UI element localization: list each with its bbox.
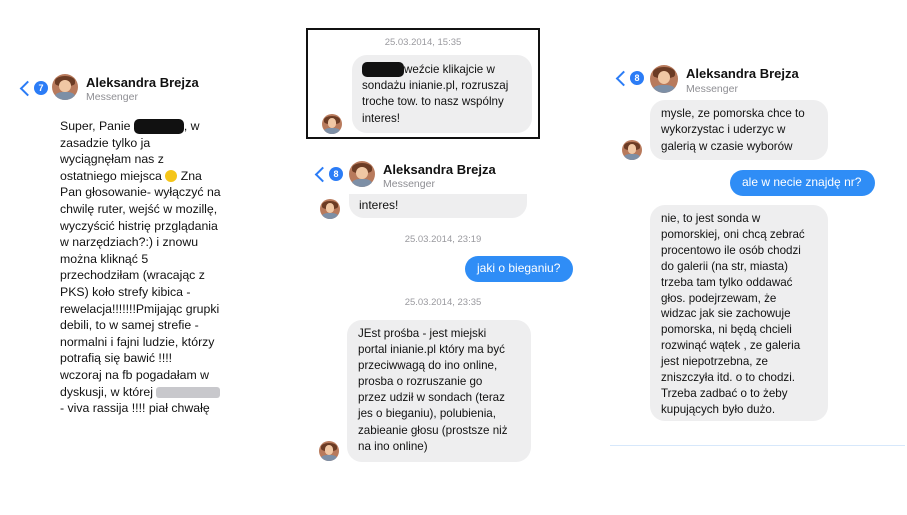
chevron-left-icon — [19, 80, 36, 96]
contact-subtitle: Messenger — [383, 178, 435, 190]
avatar[interactable] — [319, 441, 339, 461]
message-bubble[interactable]: JEst prośba - jest miejski portal iniani… — [347, 320, 531, 462]
chat-panel-1: 7 Aleksandra Brejza Messenger Super, Pan… — [14, 70, 280, 415]
redacted-name — [133, 119, 184, 135]
avatar[interactable] — [322, 114, 342, 134]
smiley-emoji-icon — [165, 169, 178, 182]
message-bubble[interactable]: weźcie klikajcie w sondażu inianie.pl, r… — [352, 55, 532, 133]
contact-subtitle: Messenger — [686, 83, 738, 95]
chevron-left-icon — [615, 70, 632, 86]
contact-name[interactable]: Aleksandra Brejza — [686, 66, 799, 81]
message-bubble[interactable]: mysle, ze pomorska chce to wykorzystac i… — [650, 100, 828, 160]
unread-count-badge: 8 — [630, 71, 644, 85]
contact-name[interactable]: Aleksandra Brejza — [383, 162, 496, 177]
chevron-left-icon — [314, 166, 331, 182]
back-button[interactable]: 8 — [615, 70, 644, 86]
message-timestamp: 25.03.2014, 15:35 — [384, 37, 462, 48]
message-text: Super, Panie , w zasadzie tylko ja wycią… — [60, 119, 221, 415]
avatar[interactable] — [349, 161, 375, 187]
avatar[interactable] — [320, 199, 340, 219]
back-button[interactable]: 8 — [314, 166, 343, 182]
chat-panel-2: 25.03.2014, 15:35 weźcie klikajcie w son… — [306, 28, 540, 139]
contact-name[interactable]: Aleksandra Brejza — [86, 75, 199, 90]
unread-count-badge: 8 — [329, 167, 343, 181]
avatar[interactable] — [52, 74, 78, 100]
redacted-name — [362, 62, 404, 78]
chat-panel-3: 8 Aleksandra Brejza Messenger interes! 2… — [309, 156, 577, 472]
my-message-bubble[interactable]: jaki o bieganiu? — [465, 256, 573, 282]
back-button[interactable]: 7 — [19, 80, 48, 96]
message-bubble[interactable]: nie, to jest sonda w pomorskiej, oni chc… — [650, 205, 828, 421]
message-timestamp: 25.03.2014, 23:19 — [404, 234, 482, 245]
my-message-bubble[interactable]: ale w necie znajdę nr? — [730, 170, 875, 196]
message-timestamp: 25.03.2014, 23:35 — [404, 297, 482, 308]
avatar[interactable] — [622, 140, 642, 160]
blurred-text — [156, 386, 221, 398]
unread-count-badge: 7 — [34, 81, 48, 95]
avatar[interactable] — [650, 65, 678, 93]
chat-panel-4: 8 Aleksandra Brejza Messenger mysle, ze … — [610, 63, 905, 446]
message-bubble[interactable]: interes! — [349, 194, 527, 218]
contact-subtitle: Messenger — [86, 91, 138, 103]
